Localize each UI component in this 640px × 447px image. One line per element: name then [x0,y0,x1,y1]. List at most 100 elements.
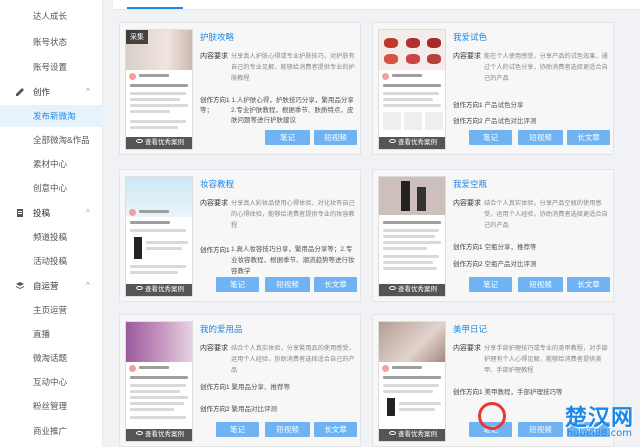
sidebar-section-create[interactable]: 创作 ^ [0,81,103,103]
avatar [129,209,136,216]
long-article-button[interactable]: 长文章 [567,277,610,292]
lip-swatch [384,38,398,48]
sidebar-item-growth[interactable]: 达人成长 [0,5,103,27]
see-cases-bar[interactable]: 查看优秀案例 [379,137,445,149]
text-line [383,104,441,107]
tab-strip [113,0,640,10]
example-thumbnail[interactable]: 采集 查看优秀案例 [125,29,193,150]
note-button[interactable]: 笔记 [216,422,259,437]
short-video-button[interactable]: 短视频 [265,422,310,437]
long-article-button[interactable]: 长文章 [314,422,357,437]
direction-1: 创作方向1 繁用品分享、推荐等 [200,381,290,391]
avatar [382,365,389,372]
topic-card-skincare: 采集 查看优秀案例 护肤攻略 内容要求 分享真人护肤心得或专业护肤技巧，对护肤有… [119,22,361,155]
product-image [425,112,443,130]
topic-card-empty-bottle: 查看优秀案例 我爱空瓶 内容要求 结合个人真实体验，分享产品空瓶的使用感受，运用… [372,169,614,302]
text-line [130,402,184,405]
text-line [383,384,439,387]
see-cases-label: 查看优秀案例 [398,431,437,438]
note-button[interactable]: 笔记 [469,130,512,145]
text-line [399,408,435,411]
short-video-button[interactable]: 短视频 [518,130,563,145]
text-line [383,247,427,250]
text-line [130,120,186,123]
card-title[interactable]: 护肤攻略 [200,31,234,43]
sidebar-item-interaction[interactable]: 互动中心 [0,371,103,393]
example-thumbnail[interactable]: 查看优秀案例 [378,321,446,442]
short-video-button[interactable]: 短视频 [314,130,357,145]
requirement-text: 结合个人真实体验，分享产品空瓶的使用感受，运用个人经验，协助消费者选择更适合自己… [484,200,608,229]
card-title[interactable]: 我的爱用品 [200,323,243,335]
direction-1-label: 创作方向1 [200,247,230,254]
see-cases-bar[interactable]: 查看优秀案例 [379,284,445,296]
sidebar-item-live[interactable]: 直播 [0,323,103,345]
direction-2-text: 产品试色对比评测 [484,118,537,125]
bottle-image [417,187,426,211]
sidebar-item-all-posts[interactable]: 全部微淘&作品 [0,129,103,151]
card-title[interactable]: 我爱空瓶 [453,178,487,190]
watermark-url: hubei88.com [566,428,632,439]
card-title[interactable]: 妆容教程 [200,178,234,190]
active-tab-indicator [127,7,183,9]
direction-2-label: 创作方向2 [453,118,483,125]
see-cases-bar[interactable]: 查看优秀案例 [379,429,445,441]
product-image [134,237,142,259]
thumbnail-photo [126,322,192,362]
short-video-button[interactable]: 短视频 [518,277,563,292]
product-image [383,112,401,130]
see-cases-label: 查看优秀案例 [145,139,184,146]
sidebar-item-homepage[interactable]: 主页运营 [0,299,103,321]
sidebar-section-self-operate[interactable]: 自运营 ^ [0,275,103,297]
long-article-button[interactable]: 长文章 [314,277,357,292]
sidebar-item-creative[interactable]: 创意中心 [0,177,103,199]
thumbnail-tag: 采集 [126,30,148,44]
requirement-label: 内容要求 [200,53,228,60]
sidebar-item-topics[interactable]: 微淘话题 [0,347,103,369]
eye-icon [389,139,396,143]
example-thumbnail[interactable]: 查看优秀案例 [125,321,193,442]
see-cases-bar[interactable]: 查看优秀案例 [126,429,192,441]
sidebar-item-new-post[interactable]: 发布新微淘 [0,105,103,127]
direction-2-text: 空瓶产品对比评测 [484,261,537,268]
example-thumbnail[interactable]: 查看优秀案例 [125,176,193,297]
text-line [383,92,439,95]
sidebar-item-promotion[interactable]: 商业推广 [0,420,103,442]
sidebar-item-material[interactable]: 素材中心 [0,153,103,175]
text-line [392,366,422,369]
sidebar-item-channel-submit[interactable]: 频道投稿 [0,226,103,248]
sidebar-item-fans[interactable]: 粉丝管理 [0,395,103,417]
sidebar-item-activity-submit[interactable]: 活动投稿 [0,250,103,272]
text-line [383,229,439,232]
sidebar-section-submit[interactable]: 投稿 ^ [0,202,103,224]
note-button[interactable]: 笔记 [469,277,512,292]
text-line [130,84,188,87]
text-line [130,104,188,107]
text-line [383,267,437,270]
text-line [130,110,170,113]
example-thumbnail[interactable]: 查看优秀案例 [378,29,446,150]
short-video-button[interactable]: 短视频 [265,277,310,292]
direction-1-label: 创作方向1 [200,384,230,391]
note-button[interactable]: 笔记 [216,277,259,292]
requirement-label: 内容要求 [453,200,481,207]
see-cases-bar[interactable]: 查看优秀案例 [126,284,192,296]
text-line [383,221,441,224]
see-cases-label: 查看优秀案例 [398,139,437,146]
text-line [392,74,422,77]
eye-icon [389,286,396,290]
note-button[interactable]: 笔记 [265,130,310,145]
requirement-label: 内容要求 [453,345,481,352]
card-title[interactable]: 我爱试色 [453,31,487,43]
sidebar-item-account-settings[interactable]: 账号设置 [0,56,103,78]
long-article-button[interactable]: 长文章 [567,130,610,145]
see-cases-bar[interactable]: 查看优秀案例 [126,137,192,149]
lip-swatch [406,54,420,64]
card-title[interactable]: 美甲日记 [453,323,487,335]
lip-swatch [427,54,441,64]
chevron-up-icon: ^ [86,208,90,217]
example-thumbnail[interactable]: 查看优秀案例 [378,176,446,297]
sidebar-item-account-status[interactable]: 账号状态 [0,31,103,53]
watermark-logo-icon [478,402,506,430]
text-line [383,98,433,101]
see-cases-label: 查看优秀案例 [145,431,184,438]
